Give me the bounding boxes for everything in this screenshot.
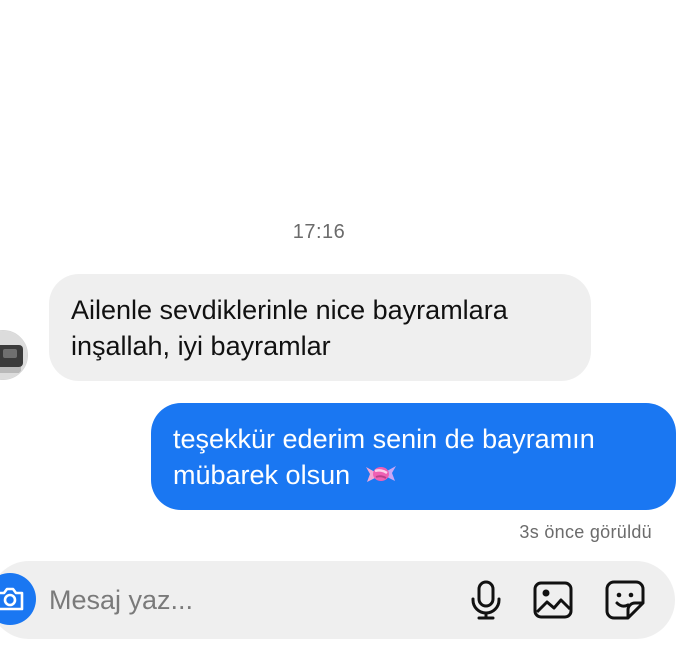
outgoing-message-line: teşekkür ederim senin de bayramın xyxy=(173,424,595,454)
sticker-button[interactable] xyxy=(604,578,646,622)
seen-status: 3s önce görüldü xyxy=(519,522,652,542)
camera-icon xyxy=(0,587,24,611)
incoming-message-line: Ailenle sevdiklerinle nice bayramlara xyxy=(71,295,508,325)
gallery-icon xyxy=(533,581,573,619)
microphone-button[interactable] xyxy=(465,578,507,622)
contact-avatar[interactable] xyxy=(0,330,28,380)
avatar-image xyxy=(0,331,27,379)
outgoing-message-line-2: mübarek olsun xyxy=(173,457,654,497)
message-timestamp: 17:16 xyxy=(292,221,346,243)
chat-screen: 17:16 Ailenle sevdiklerinle nice bayraml… xyxy=(0,0,690,654)
sticker-icon xyxy=(605,580,645,620)
outgoing-message-bubble[interactable]: teşekkür ederim senin de bayramın mübare… xyxy=(151,403,676,510)
gallery-button[interactable] xyxy=(532,578,574,622)
outgoing-message-text: mübarek olsun xyxy=(173,460,351,490)
incoming-message-line: inşallah, iyi bayramlar xyxy=(71,331,331,361)
incoming-message-bubble[interactable]: Ailenle sevdiklerinle nice bayramlara in… xyxy=(49,274,591,381)
microphone-icon xyxy=(471,580,501,620)
message-input[interactable] xyxy=(49,580,429,620)
candy-icon xyxy=(364,460,398,497)
